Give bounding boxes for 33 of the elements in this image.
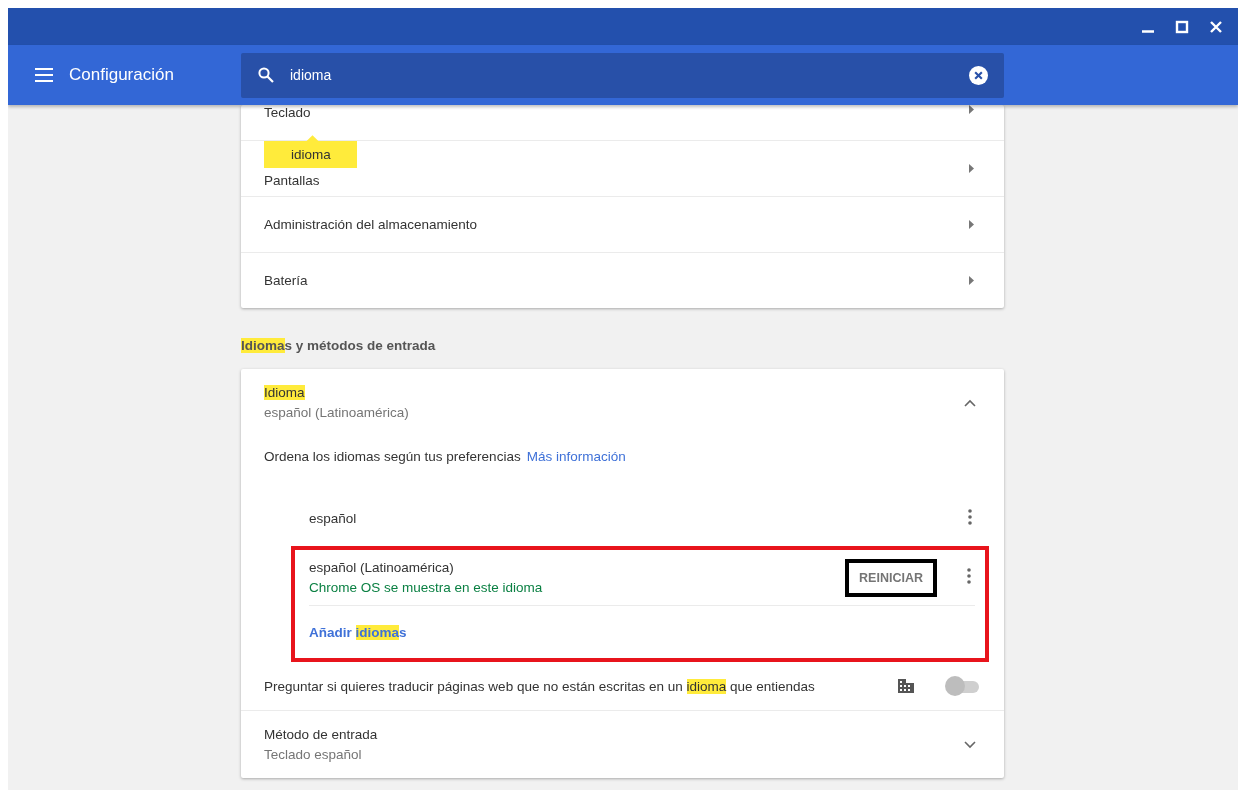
setting-value: español (Latinoamérica) bbox=[264, 405, 410, 420]
triangle-right-icon bbox=[969, 220, 974, 229]
minimize-icon bbox=[1142, 29, 1154, 33]
translate-label: Preguntar si quieres traducir páginas web que no están escritas en un idioma que entiendas bbox=[264, 678, 816, 694]
close-button[interactable] bbox=[1208, 18, 1224, 35]
triangle-right-icon bbox=[969, 164, 974, 173]
status-note: Chrome OS se muestra en este idioma bbox=[309, 580, 544, 595]
setting-title: Método de entrada bbox=[264, 727, 379, 742]
maximize-button[interactable] bbox=[1174, 18, 1190, 35]
menu-button[interactable] bbox=[34, 67, 54, 83]
search-input[interactable]: idioma bbox=[288, 66, 969, 84]
language-name: español (Latinoamérica) bbox=[309, 560, 455, 575]
search-field[interactable]: idioma bbox=[241, 52, 1004, 98]
search-icon bbox=[258, 67, 274, 83]
maximize-icon bbox=[1175, 19, 1189, 34]
setting-value: Teclado español bbox=[264, 747, 363, 762]
clear-icon[interactable] bbox=[969, 65, 988, 85]
close-icon bbox=[1209, 19, 1223, 34]
language-name: español bbox=[309, 511, 358, 526]
enterprise-icon bbox=[897, 678, 915, 694]
more-info-link[interactable]: Más información bbox=[526, 449, 626, 464]
toggle-switch[interactable] bbox=[945, 674, 981, 698]
triangle-right-icon bbox=[969, 105, 974, 114]
row-label[interactable]: Teclado bbox=[264, 105, 969, 120]
restart-button[interactable]: REINICIAR bbox=[845, 558, 937, 597]
search-tooltip: idioma bbox=[264, 135, 357, 168]
triangle-right-icon bbox=[969, 276, 974, 285]
row-label[interactable]: Pantallas bbox=[264, 173, 969, 196]
row-label[interactable]: Batería bbox=[264, 273, 969, 288]
app-title: Configuración bbox=[69, 65, 175, 85]
row-label[interactable]: Administración del almacenamiento bbox=[264, 217, 969, 232]
description-text: Ordena los idiomas según tus preferencias bbox=[264, 449, 521, 464]
setting-title: Idioma bbox=[264, 385, 306, 400]
